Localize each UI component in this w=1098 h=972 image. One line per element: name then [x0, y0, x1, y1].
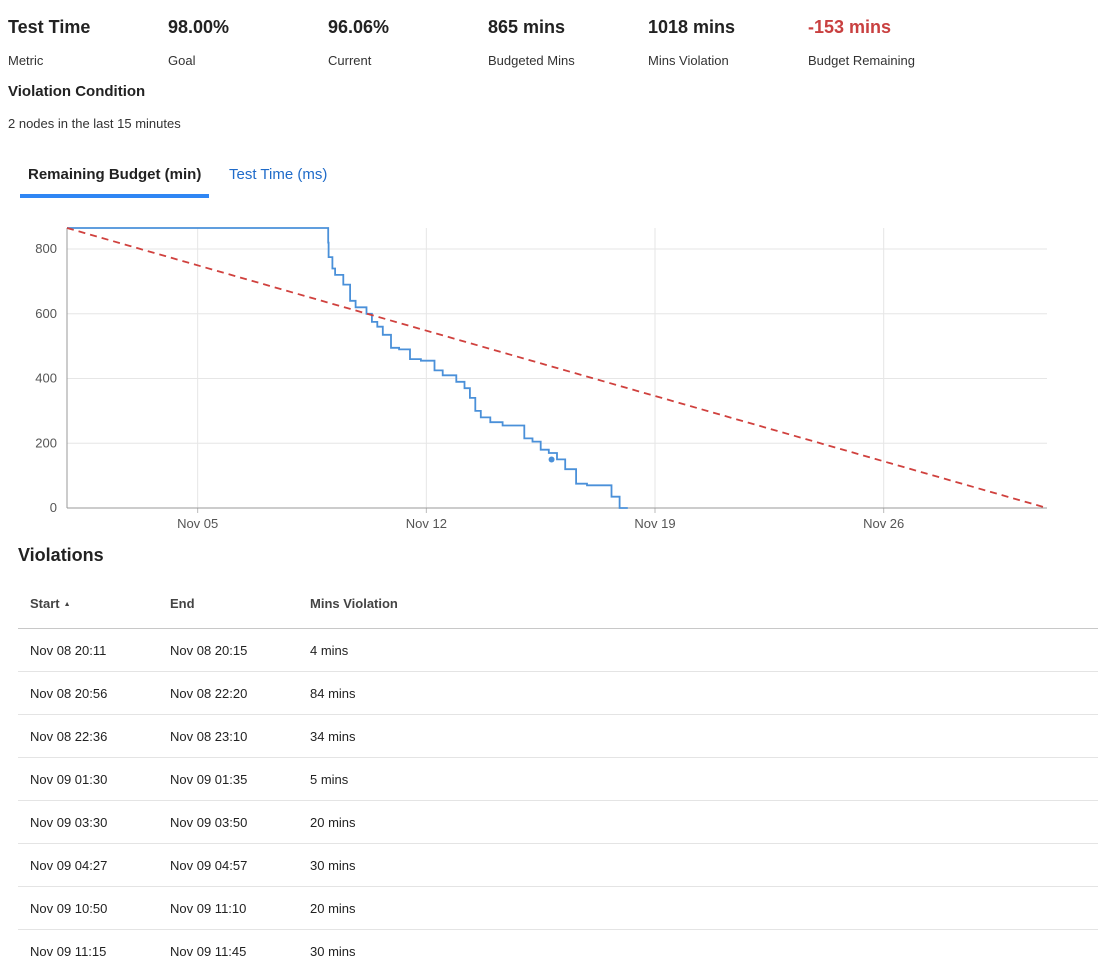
cell-mins-violation: 20 mins: [310, 815, 356, 830]
column-header-end[interactable]: End: [170, 596, 195, 611]
stat-value: 98.00%: [168, 17, 230, 37]
stat-label: Mins Violation: [648, 53, 729, 68]
stat-label: Budgeted Mins: [488, 53, 575, 68]
stat-value: 1018 mins: [648, 17, 736, 37]
y-tick-label: 200: [35, 435, 57, 450]
stat-label: Current: [328, 53, 372, 68]
cell-mins-violation: 20 mins: [310, 901, 356, 916]
stat-value: 865 mins: [488, 17, 566, 37]
cell-end: Nov 08 20:15: [170, 643, 248, 658]
table-row: Nov 08 22:36 Nov 08 23:10 34 mins: [18, 715, 1098, 758]
cell-mins-violation: 30 mins: [310, 858, 356, 873]
cell-start: Nov 08 22:36: [30, 729, 108, 744]
y-tick-label: 600: [35, 306, 57, 321]
y-tick-label: 400: [35, 371, 57, 386]
stat-label: Goal: [168, 53, 196, 68]
violation-condition-title: Violation Condition: [8, 83, 146, 100]
cell-start: Nov 09 03:30: [30, 815, 108, 830]
cell-mins-violation: 84 mins: [310, 686, 356, 701]
stat-value: 96.06%: [328, 17, 390, 37]
stat-value: Test Time: [8, 17, 91, 37]
cell-mins-violation: 5 mins: [310, 772, 349, 787]
column-header-mins-violation[interactable]: Mins Violation: [310, 596, 398, 611]
stat-label: Metric: [8, 53, 44, 68]
cell-mins-violation: 34 mins: [310, 729, 356, 744]
y-tick-label: 800: [35, 241, 57, 256]
cell-end: Nov 09 03:50: [170, 815, 248, 830]
tab-label: Test Time (ms): [229, 166, 328, 183]
cell-start: Nov 08 20:11: [30, 643, 107, 658]
table-row: Nov 09 04:27 Nov 09 04:57 30 mins: [18, 844, 1098, 887]
stat-goal: 98.00% Goal: [168, 16, 328, 68]
tab-label: Remaining Budget (min): [28, 166, 202, 183]
chart-axes: 0 200 400 600 800 Nov 05 Nov 12 Nov 19 Nov 26: [35, 228, 1047, 531]
cell-end: Nov 08 23:10: [170, 729, 248, 744]
y-tick-label: 0: [50, 500, 57, 515]
cell-end: Nov 09 11:45: [170, 944, 247, 959]
remaining-budget-line: [67, 227, 628, 509]
stat-budget-remaining: -153 mins Budget Remaining: [808, 16, 968, 68]
cell-end: Nov 09 04:57: [170, 858, 248, 873]
cell-end: Nov 09 01:35: [170, 772, 248, 787]
hover-point-marker: [548, 456, 555, 463]
chart-series: [66, 227, 1048, 509]
cell-end: Nov 08 22:20: [170, 686, 248, 701]
stat-value: -153 mins: [808, 17, 892, 37]
table-row: Nov 09 11:15 Nov 09 11:45 30 mins: [18, 930, 1098, 972]
sort-ascending-icon: ▲: [63, 601, 71, 608]
cell-start: Nov 09 04:27: [30, 858, 108, 873]
budget-burn-target-line: [66, 227, 1048, 509]
violations-table: Start ▲ End Mins Violation Nov 08 20:11 N…: [18, 580, 1098, 972]
x-tick-label: Nov 12: [406, 516, 447, 531]
tab-test-time[interactable]: Test Time (ms): [221, 160, 341, 198]
table-row: Nov 08 20:11 Nov 08 20:15 4 mins: [18, 629, 1098, 672]
tab-remaining-budget[interactable]: Remaining Budget (min): [20, 160, 209, 198]
remaining-budget-chart: 0 200 400 600 800 Nov 05 Nov 12 Nov 19 Nov 26: [0, 218, 1098, 538]
stat-budgeted-mins: 865 mins Budgeted Mins: [488, 16, 648, 68]
table-row: Nov 08 20:56 Nov 08 22:20 84 mins: [18, 672, 1098, 715]
stat-current: 96.06% Current: [328, 16, 488, 68]
column-header-start[interactable]: Start ▲: [30, 596, 71, 611]
chart-svg: 0 200 400 600 800 Nov 05 Nov 12 Nov 19 Nov 26: [35, 227, 1048, 531]
tab-active-indicator: [20, 194, 209, 198]
stat-mins-violation: 1018 mins Mins Violation: [648, 16, 808, 68]
table-row: Nov 09 01:30 Nov 09 01:35 5 mins: [18, 758, 1098, 801]
table-row: Nov 09 03:30 Nov 09 03:50 20 mins: [18, 801, 1098, 844]
cell-end: Nov 09 11:10: [170, 901, 247, 916]
x-tick-label: Nov 19: [634, 516, 675, 531]
cell-start: Nov 08 20:56: [30, 686, 108, 701]
cell-start: Nov 09 11:15: [30, 944, 107, 959]
cell-mins-violation: 4 mins: [310, 643, 349, 658]
cell-start: Nov 09 01:30: [30, 772, 108, 787]
x-tick-label: Nov 26: [863, 516, 904, 531]
cell-mins-violation: 30 mins: [310, 944, 356, 959]
stat-label: Budget Remaining: [808, 53, 915, 68]
x-tick-label: Nov 05: [177, 516, 218, 531]
table-row: Nov 09 10:50 Nov 09 11:10 20 mins: [18, 887, 1098, 930]
stat-metric: Test Time Metric: [8, 16, 168, 68]
slo-detail-page: Test Time Metric 98.00% Goal 96.06% Curr…: [0, 0, 1098, 972]
column-header-label: Start: [30, 596, 60, 611]
violations-title: Violations: [18, 545, 104, 565]
violation-condition-text: 2 nodes in the last 15 minutes: [8, 116, 181, 131]
table-header: Start ▲ End Mins Violation: [18, 580, 1098, 629]
cell-start: Nov 09 10:50: [30, 901, 108, 916]
